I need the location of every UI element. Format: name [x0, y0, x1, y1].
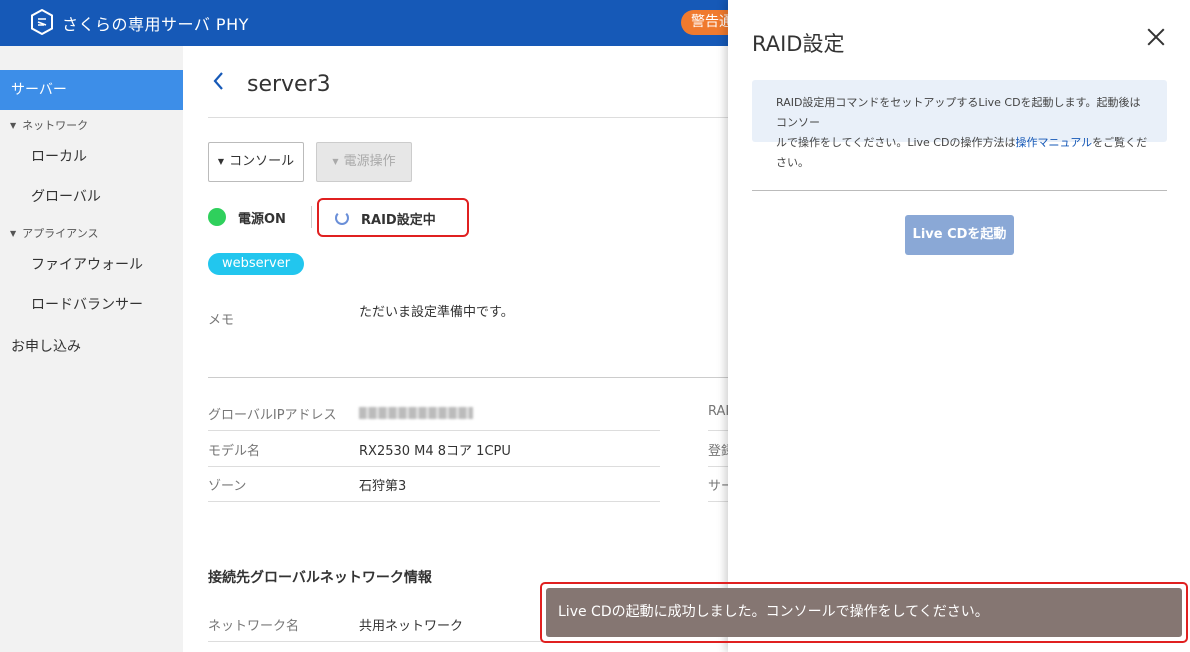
detail-label: ネットワーク名	[208, 619, 300, 634]
server-tag[interactable]: webserver	[208, 253, 305, 275]
spinner-icon	[335, 211, 349, 225]
info-message: RAID設定用コマンドをセットアップするLive CDを起動します。起動後はコン…	[752, 80, 1167, 169]
detail-row: ゾーン 石狩第3	[208, 466, 660, 502]
toast-highlight: Live CDの起動に成功しました。コンソールで操作をしてください。	[540, 582, 1188, 643]
drawer-title: RAID設定	[752, 32, 845, 56]
close-icon[interactable]	[1145, 26, 1167, 48]
sidebar-group-network[interactable]: ▼ ネットワーク	[10, 117, 88, 133]
detail-row: グローバルIPアドレス	[208, 395, 660, 431]
detail-label: グローバルIPアドレス	[208, 408, 337, 423]
caret-down-icon: ▼	[217, 157, 225, 166]
detail-row: モデル名 RX2530 M4 8コア 1CPU	[208, 431, 660, 467]
detail-row-right: RAID	[708, 395, 728, 431]
triangle-down-icon: ▼	[10, 121, 17, 130]
detail-label: 登録	[708, 444, 728, 459]
power-status: 電源ON	[238, 212, 286, 227]
detail-label: ゾーン	[208, 479, 247, 494]
raid-status: RAID設定中	[361, 213, 436, 228]
info-text: ルで操作をしてください。Live CDの操作方法は操作マニュアルをご覧ください。	[776, 136, 1148, 169]
toast-notification: Live CDの起動に成功しました。コンソールで操作をしてください。	[546, 588, 1182, 637]
sidebar-item-load-balancer[interactable]: ロードバランサー	[0, 285, 183, 325]
page-title: server3	[247, 72, 331, 97]
caret-down-icon: ▼	[332, 157, 339, 166]
memo-label: メモ	[208, 313, 235, 328]
detail-row-right: サー	[708, 466, 728, 502]
power-status-dot	[208, 208, 226, 226]
detail-label: モデル名	[208, 444, 261, 459]
back-chevron-icon[interactable]	[211, 70, 225, 98]
detail-value: 石狩第3	[359, 479, 407, 494]
detail-value: 共用ネットワーク	[359, 619, 464, 634]
sidebar-group-appliance[interactable]: ▼ アプライアンス	[10, 225, 99, 241]
manual-link[interactable]: 操作マニュアル	[1015, 136, 1092, 149]
brand-name: さくらの専用サーバ PHY	[62, 15, 249, 34]
divider	[311, 206, 312, 228]
detail-label: サー	[708, 479, 728, 494]
divider	[208, 377, 738, 378]
sidebar: サーバー ▼ ネットワーク ローカル グローバル ▼ アプライアンス ファイアウォー…	[0, 46, 183, 652]
raid-settings-drawer: RAID設定 RAID設定用コマンドをセットアップするLive CDを起動します…	[728, 0, 1190, 652]
console-button[interactable]: ▼ コンソール	[208, 142, 304, 182]
triangle-down-icon: ▼	[10, 229, 17, 238]
network-section-heading: 接続先グローバルネットワーク情報	[208, 570, 432, 586]
sidebar-item-application[interactable]: お申し込み	[0, 327, 183, 367]
detail-label: RAID	[708, 404, 728, 419]
memo-value: ただいま設定準備中です。	[359, 305, 514, 320]
power-button[interactable]: ▼ 電源操作	[316, 142, 412, 182]
divider	[752, 190, 1167, 191]
sidebar-item-local[interactable]: ローカル	[0, 137, 183, 177]
detail-value: RX2530 M4 8コア 1CPU	[359, 444, 511, 459]
blurred-ip-address	[359, 407, 473, 419]
divider	[208, 117, 738, 118]
launch-live-cd-button[interactable]: Live CDを起動	[905, 215, 1014, 255]
sidebar-item-server[interactable]: サーバー	[0, 70, 183, 110]
sidebar-item-firewall[interactable]: ファイアウォール	[0, 245, 183, 285]
raid-status-box: RAID設定中	[317, 198, 469, 237]
sakura-logo-icon	[31, 9, 53, 35]
sidebar-item-global[interactable]: グローバル	[0, 177, 183, 217]
info-text: RAID設定用コマンドをセットアップするLive CDを起動します。起動後はコン…	[776, 96, 1141, 129]
detail-row-right: 登録	[708, 431, 728, 467]
